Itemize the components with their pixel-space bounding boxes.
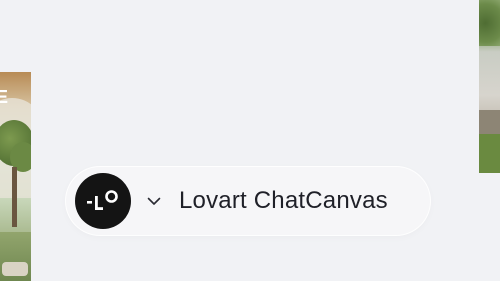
thumbnail-tree-trunk [12, 167, 17, 227]
canvas-thumbnail-left[interactable]: E [0, 72, 31, 281]
thumbnail-stone [2, 262, 28, 276]
thumbnail-grass [479, 134, 500, 173]
workspace-selector[interactable]: Lovart ChatCanvas [66, 167, 430, 235]
thumbnail-banner-text: E [0, 87, 10, 107]
chevron-down-icon[interactable] [147, 194, 161, 208]
thumbnail-foliage [479, 0, 500, 46]
lovart-logo-icon[interactable] [75, 173, 131, 229]
canvas-thumbnail-right[interactable] [479, 0, 500, 173]
thumbnail-path [479, 110, 500, 134]
workspace-name[interactable]: Lovart ChatCanvas [179, 187, 388, 215]
